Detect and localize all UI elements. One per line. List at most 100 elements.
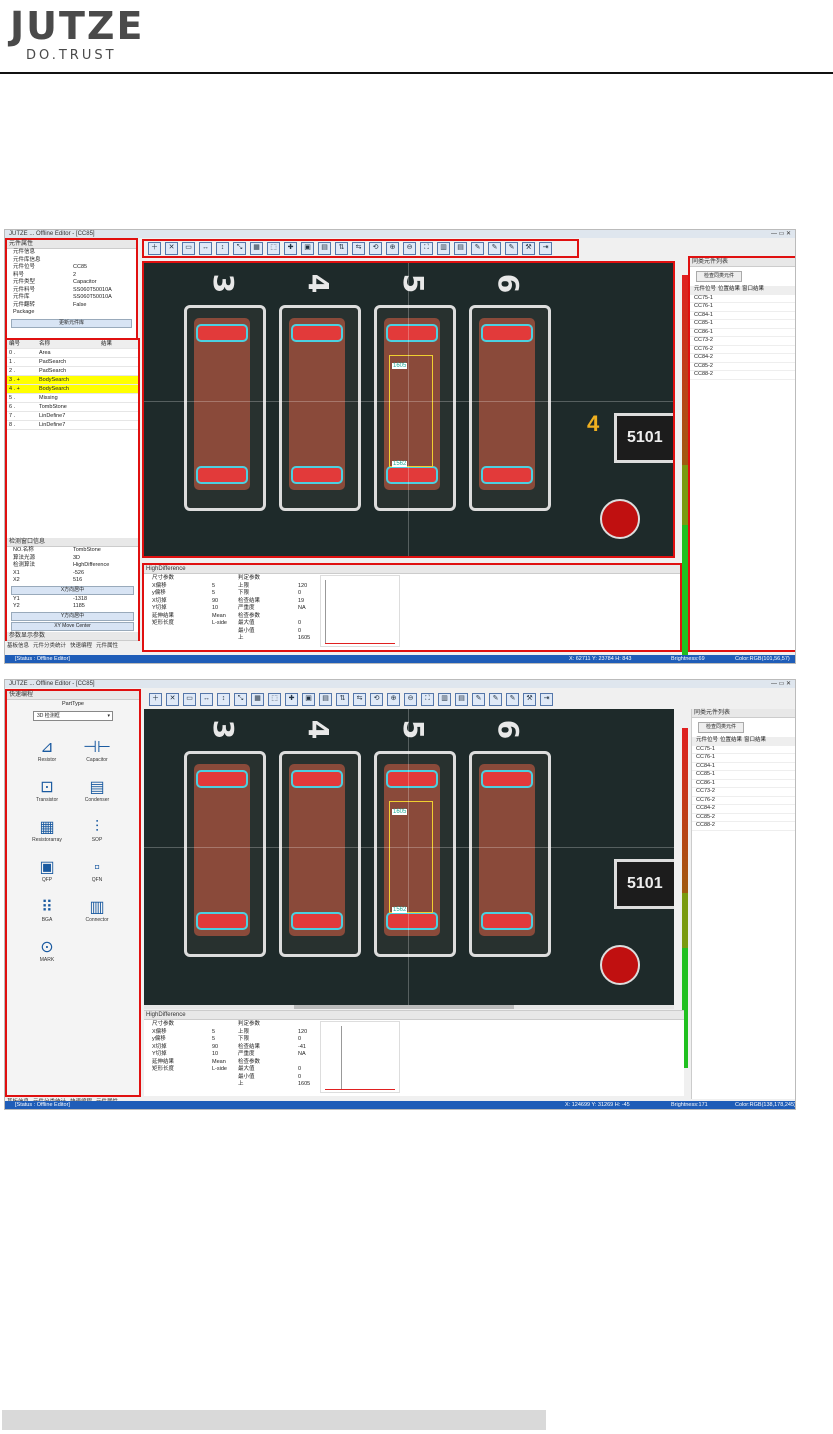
property-row[interactable]: 严重度 NA — [232, 605, 314, 613]
parttype-select[interactable]: 3D 检测框 ▾ — [33, 711, 113, 721]
list-item[interactable]: CC84-2 — [692, 805, 795, 814]
list-item[interactable]: CC73-2 — [690, 337, 795, 346]
tab-3[interactable]: 元件属性 — [96, 643, 118, 649]
property-row[interactable]: 矩形长度 L-side — [146, 1066, 228, 1074]
list-item[interactable]: CC75-1 — [690, 295, 795, 303]
inspection-window[interactable] — [389, 355, 433, 467]
property-row[interactable]: y偏移 5 — [146, 1036, 228, 1044]
add-icon[interactable]: ＋ — [148, 242, 161, 255]
fit-icon[interactable]: ⛶ — [421, 693, 434, 706]
check-similar-button[interactable]: 检查同类元件 — [698, 722, 744, 733]
layer2-icon[interactable]: ▤ — [454, 242, 467, 255]
list-item[interactable]: CC76-2 — [690, 346, 795, 354]
pen3-icon[interactable]: ✎ — [506, 693, 519, 706]
tab-1[interactable]: 元件分类统计 — [33, 643, 66, 649]
part-type-transistor[interactable]: ⊡ Transistor — [27, 779, 67, 803]
part-type-capacitor[interactable]: ⊣⊢ Capacitor — [77, 739, 117, 763]
capacitor-component[interactable] — [194, 318, 250, 490]
list-item[interactable]: CC86-1 — [692, 780, 795, 788]
list-item[interactable]: CC85-1 — [692, 771, 795, 780]
part-type-condenser[interactable]: ▤ Condenser — [77, 779, 117, 803]
part-type-qfp[interactable]: ▣ QFP — [27, 859, 67, 883]
part-type-mark[interactable]: ⊙ MARK — [27, 939, 67, 963]
property-row[interactable]: 检测算法 HighDifference — [7, 562, 138, 570]
exit-icon[interactable]: ⇥ — [540, 693, 553, 706]
delete-icon[interactable]: ✕ — [166, 693, 179, 706]
part-type-connector[interactable]: ▥ Connector — [77, 899, 117, 923]
image1-icon[interactable]: ▣ — [301, 242, 314, 255]
pen2-icon[interactable]: ✎ — [488, 242, 501, 255]
section-header[interactable]: 元件信息 — [7, 249, 136, 257]
property-row[interactable]: X2 516 — [7, 577, 138, 585]
mirror-icon[interactable]: ⇆ — [353, 693, 366, 706]
group-icon[interactable]: ▦ — [250, 242, 263, 255]
property-row[interactable]: 下限 0 — [232, 590, 314, 598]
add-icon[interactable]: ＋ — [149, 693, 162, 706]
part-type-sop[interactable]: ⫶ SOP — [77, 819, 117, 843]
check-similar-button[interactable]: 检查同类元件 — [696, 271, 742, 282]
list-item[interactable]: CC73-2 — [692, 788, 795, 797]
algorithm-row[interactable]: 8 . LinDefine7 — [7, 421, 138, 430]
inspection-image-view[interactable]: 3 4 5 6 1605 1562 5101 — [144, 709, 674, 1005]
property-row[interactable]: 最小值 0 — [232, 1074, 314, 1082]
zoom-in-icon[interactable]: ⊕ — [387, 693, 400, 706]
property-row[interactable]: 检查结果 19 — [232, 598, 314, 606]
property-row[interactable]: Y1 -1318 — [7, 596, 138, 604]
capacitor-component[interactable] — [289, 764, 345, 936]
property-row[interactable]: 最小值 0 — [232, 628, 314, 636]
capacitor-component[interactable] — [479, 764, 535, 936]
property-row[interactable]: 料号 2 — [7, 272, 136, 280]
window-controls[interactable]: — ▭ ✕ — [771, 680, 791, 688]
y-center-button[interactable]: Y方向居中 — [11, 611, 134, 621]
property-row[interactable]: Y2 1185 — [7, 603, 138, 611]
copy-icon[interactable]: ▭ — [183, 693, 196, 706]
algorithm-row[interactable]: 7 . LinDefine7 — [7, 412, 138, 421]
list-item[interactable]: CC86-1 — [690, 329, 795, 337]
rotate-icon[interactable]: ⟲ — [370, 693, 383, 706]
list-item[interactable]: CC85-1 — [690, 320, 795, 329]
image1-icon[interactable]: ▣ — [302, 693, 315, 706]
property-row[interactable]: X偏移 5 — [146, 583, 228, 591]
tab-2[interactable]: 快速编程 — [70, 643, 92, 649]
property-row[interactable]: Y切掉 10 — [146, 1051, 228, 1059]
flip-icon[interactable]: ⇅ — [335, 242, 348, 255]
tool-icon[interactable]: ⚒ — [522, 242, 535, 255]
property-row[interactable]: Y切掉 10 — [146, 605, 228, 613]
color-icon[interactable]: ✚ — [285, 693, 298, 706]
zoom-out-icon[interactable]: ⊖ — [403, 242, 416, 255]
algorithm-row[interactable]: 4 . + BodySearch — [7, 385, 138, 394]
inspection-window[interactable] — [389, 801, 433, 913]
part-type-qfn[interactable]: ▫ QFN — [77, 859, 117, 883]
property-row[interactable]: 最大值 0 — [232, 620, 314, 628]
part-type-bga[interactable]: ⠿ BGA — [27, 899, 67, 923]
algorithm-row[interactable]: 3 . + BodySearch — [7, 376, 138, 385]
fit-icon[interactable]: ⛶ — [420, 242, 433, 255]
property-row[interactable]: 元件料号 SS060T50010A — [7, 287, 136, 295]
layer2-icon[interactable]: ▤ — [455, 693, 468, 706]
property-row[interactable]: 矩形长度 L-side — [146, 620, 228, 628]
update-library-button[interactable]: 更新元件库 — [11, 318, 132, 328]
window-controls[interactable]: — ▭ ✕ — [771, 230, 791, 238]
exit-icon[interactable]: ⇥ — [539, 242, 552, 255]
algorithm-row[interactable]: 0 . Area — [7, 349, 138, 358]
algorithm-row[interactable]: 5 . Missing — [7, 394, 138, 403]
property-row[interactable]: X切掉 90 — [146, 598, 228, 606]
property-row[interactable]: 检查结果 -41 — [232, 1044, 314, 1052]
v-align-icon[interactable]: ↕ — [216, 242, 229, 255]
layer1-icon[interactable]: ▥ — [438, 693, 451, 706]
tab-0[interactable]: 基板信息 — [7, 643, 29, 649]
list-item[interactable]: CC85-2 — [690, 363, 795, 371]
part-type-resistorarray[interactable]: ▦ Resistorarray — [27, 819, 67, 843]
select-icon[interactable]: ⬚ — [267, 242, 280, 255]
move-icon[interactable]: ⤡ — [233, 242, 246, 255]
rotate-icon[interactable]: ⟲ — [369, 242, 382, 255]
property-row[interactable]: X切掉 90 — [146, 1044, 228, 1052]
v-align-icon[interactable]: ↕ — [217, 693, 230, 706]
property-row[interactable]: 元件翻转 False — [7, 302, 136, 310]
h-align-icon[interactable]: ↔ — [199, 242, 212, 255]
params-section-header[interactable]: 尺寸参数 — [146, 1021, 228, 1029]
property-row[interactable]: 上限 120 — [232, 583, 314, 591]
property-row[interactable]: X偏移 5 — [146, 1029, 228, 1037]
part-type-resistor[interactable]: ⊿ Resistor — [27, 739, 67, 763]
property-row[interactable]: 元件位号 CC85 — [7, 264, 136, 272]
